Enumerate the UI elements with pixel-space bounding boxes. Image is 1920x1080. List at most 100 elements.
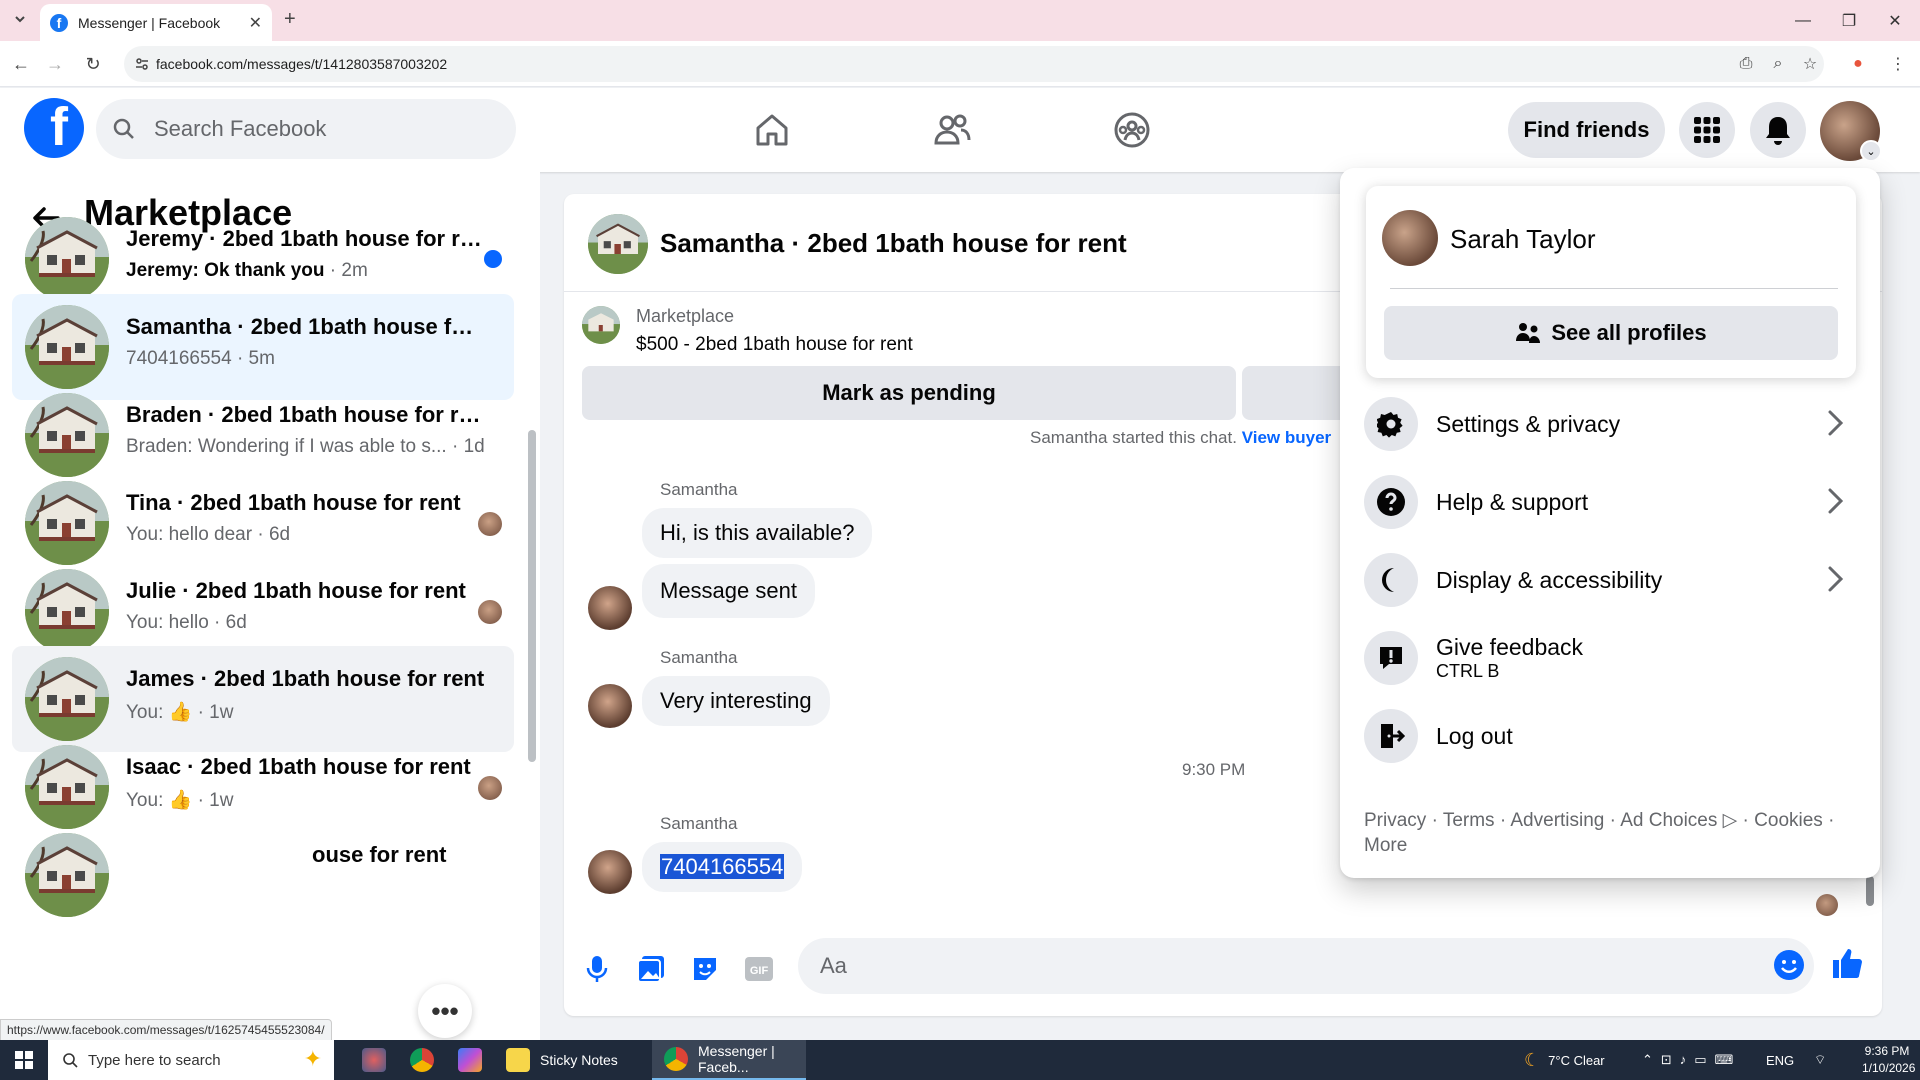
taskbar-clock[interactable]: 9:36 PM 1/10/2026 — [1862, 1043, 1915, 1077]
sticker-icon[interactable] — [688, 952, 722, 986]
taskbar-messenger-chrome[interactable]: Messenger | Faceb... — [652, 1040, 806, 1080]
chat-listing-thumbnail[interactable] — [588, 214, 648, 274]
message-input-placeholder: Aa — [820, 953, 847, 978]
language-indicator[interactable]: ENG — [1766, 1040, 1794, 1080]
chevron-down-icon[interactable]: ⌄ — [1860, 140, 1882, 162]
wifi-icon[interactable]: ⌔ — [1814, 1040, 1826, 1080]
see-all-profiles-button[interactable]: See all profiles — [1384, 306, 1838, 360]
browser-tab[interactable]: f Messenger | Facebook ✕ — [40, 4, 272, 41]
system-tray-icons[interactable]: ⌃⊡♪▭⌨ — [1642, 1040, 1741, 1080]
profile-avatar[interactable] — [1382, 210, 1438, 266]
message-bubble[interactable]: 7404166554 — [642, 842, 803, 892]
notifications-bell-icon[interactable] — [1750, 102, 1806, 158]
help-support-item[interactable]: Help & support — [1364, 470, 1864, 534]
minimize-button[interactable]: — — [1780, 0, 1826, 41]
logout-icon — [1364, 709, 1418, 763]
chrome-icon[interactable] — [398, 1040, 444, 1080]
log-out-item[interactable]: Log out — [1364, 704, 1864, 768]
zoom-icon[interactable]: ⌕ — [1768, 54, 1788, 74]
sidebar-scrollbar[interactable] — [528, 430, 536, 762]
forward-button[interactable]: → — [44, 53, 66, 75]
windows-taskbar: Type here to search ✦ Sticky Notes Messe… — [0, 1040, 1920, 1080]
conversation-name: James · 2bed 1bath house for rent — [126, 666, 485, 691]
tab-search-icon[interactable] — [12, 11, 28, 27]
windows-start-icon[interactable] — [0, 1040, 48, 1080]
sender-avatar[interactable] — [588, 684, 632, 728]
close-tab-icon[interactable]: ✕ — [249, 13, 262, 33]
mark-as-pending-button[interactable]: Mark as pending — [582, 366, 1236, 420]
view-buyer-link[interactable]: View buyer — [1242, 428, 1331, 447]
listing-source: Marketplace — [636, 306, 735, 326]
menu-grid-icon[interactable] — [1679, 102, 1735, 158]
bookmark-star-icon[interactable]: ☆ — [1800, 54, 1820, 74]
reload-button[interactable]: ↻ — [82, 53, 104, 75]
install-icon[interactable]: ⎙ — [1736, 54, 1756, 74]
url-field[interactable]: facebook.com/messages/t/1412803587003202 — [124, 46, 1824, 82]
conversation-preview: Jeremy: Ok thank you · 2m — [126, 260, 368, 281]
new-tab-button[interactable]: + — [284, 8, 296, 31]
facebook-logo[interactable]: f — [24, 98, 84, 158]
display-accessibility-item[interactable]: Display & accessibility — [1364, 548, 1864, 612]
search-icon — [63, 1053, 78, 1068]
conversation-preview: You: 👍 · 1w — [126, 702, 234, 723]
groups-icon[interactable] — [1108, 106, 1156, 154]
conversation-name: Isaac · 2bed 1bath house for rent — [126, 754, 471, 779]
copilot-icon[interactable] — [446, 1040, 492, 1080]
conversation-name: Tina · 2bed 1bath house for rent — [126, 490, 461, 515]
weather-widget[interactable]: ☾ 7°C Clear — [1524, 1040, 1605, 1080]
footer-links[interactable]: Privacy · Terms · Advertising · Ad Choic… — [1364, 808, 1864, 858]
emoji-icon[interactable] — [1772, 948, 1806, 982]
conversation-preview: 7404166554 · 5m — [126, 348, 275, 369]
taskbar-sticky-notes[interactable]: Sticky Notes — [494, 1040, 644, 1080]
gif-icon[interactable]: GIF — [742, 952, 776, 986]
conversation-preview: Braden: Wondering if I was able to s... … — [126, 436, 485, 457]
friends-icon[interactable] — [928, 106, 976, 154]
give-feedback-item[interactable]: Give feedback CTRL B — [1364, 626, 1864, 690]
microphone-icon[interactable] — [580, 952, 614, 986]
shortcut-hint: CTRL B — [1436, 661, 1500, 681]
menu-item-label: Log out — [1436, 722, 1513, 749]
message-sender: Samantha — [660, 814, 738, 833]
taskbar-search-input[interactable]: Type here to search ✦ — [48, 1040, 334, 1080]
photo-icon[interactable] — [634, 952, 668, 986]
close-window-button[interactable]: ✕ — [1872, 0, 1918, 41]
home-icon[interactable] — [748, 106, 796, 154]
message-bubble[interactable]: Message sent — [642, 564, 815, 618]
marketplace-sidebar: Marketplace Jeremy · 2bed 1bath house fo… — [0, 172, 540, 1040]
chevron-right-icon — [1828, 566, 1844, 592]
search-input[interactable]: Search Facebook — [96, 99, 516, 159]
more-options-button[interactable]: ••• — [418, 984, 472, 1038]
sender-avatar[interactable] — [588, 850, 632, 894]
profile-name[interactable]: Sarah Taylor — [1450, 224, 1596, 255]
menu-item-label: Settings & privacy — [1436, 410, 1621, 437]
search-highlight-icon: ✦ — [303, 1046, 322, 1071]
listing-thumbnail — [582, 306, 620, 344]
settings-privacy-item[interactable]: Settings & privacy — [1364, 392, 1864, 456]
menu-item-label: Display & accessibility — [1436, 566, 1663, 593]
site-info-icon[interactable] — [134, 56, 150, 72]
listing-thumbnail — [25, 745, 109, 829]
message-bubble[interactable]: Hi, is this available? — [642, 508, 873, 558]
chevron-right-icon — [1828, 410, 1844, 436]
conversation-name: Samantha · 2bed 1bath house for rent — [126, 314, 486, 339]
message-bubble[interactable]: Very interesting — [642, 676, 830, 726]
extension-icon[interactable]: ● — [1848, 54, 1868, 74]
question-icon — [1364, 475, 1418, 529]
browser-menu-icon[interactable]: ⋮ — [1888, 54, 1908, 74]
back-button[interactable]: ← — [10, 53, 32, 75]
restore-button[interactable]: ❐ — [1826, 0, 1872, 41]
sender-avatar[interactable] — [588, 586, 632, 630]
find-friends-button[interactable]: Find friends — [1508, 102, 1665, 158]
facebook-favicon-icon: f — [50, 13, 68, 32]
listing-thumbnail — [25, 217, 109, 301]
thumbs-up-icon[interactable] — [1830, 946, 1864, 980]
chat-scrollbar[interactable] — [1866, 876, 1874, 906]
conversation-row[interactable]: ouse for rent — [12, 822, 514, 928]
selected-phone-text[interactable]: 7404166554 — [660, 854, 785, 879]
read-receipt-avatar — [478, 512, 502, 536]
taskbar-app-icon[interactable] — [350, 1040, 396, 1080]
divider — [1390, 288, 1838, 289]
message-input[interactable]: Aa — [798, 938, 1814, 994]
listing-thumbnail — [25, 393, 109, 477]
thumbs-up-icon: 👍 — [168, 790, 193, 811]
